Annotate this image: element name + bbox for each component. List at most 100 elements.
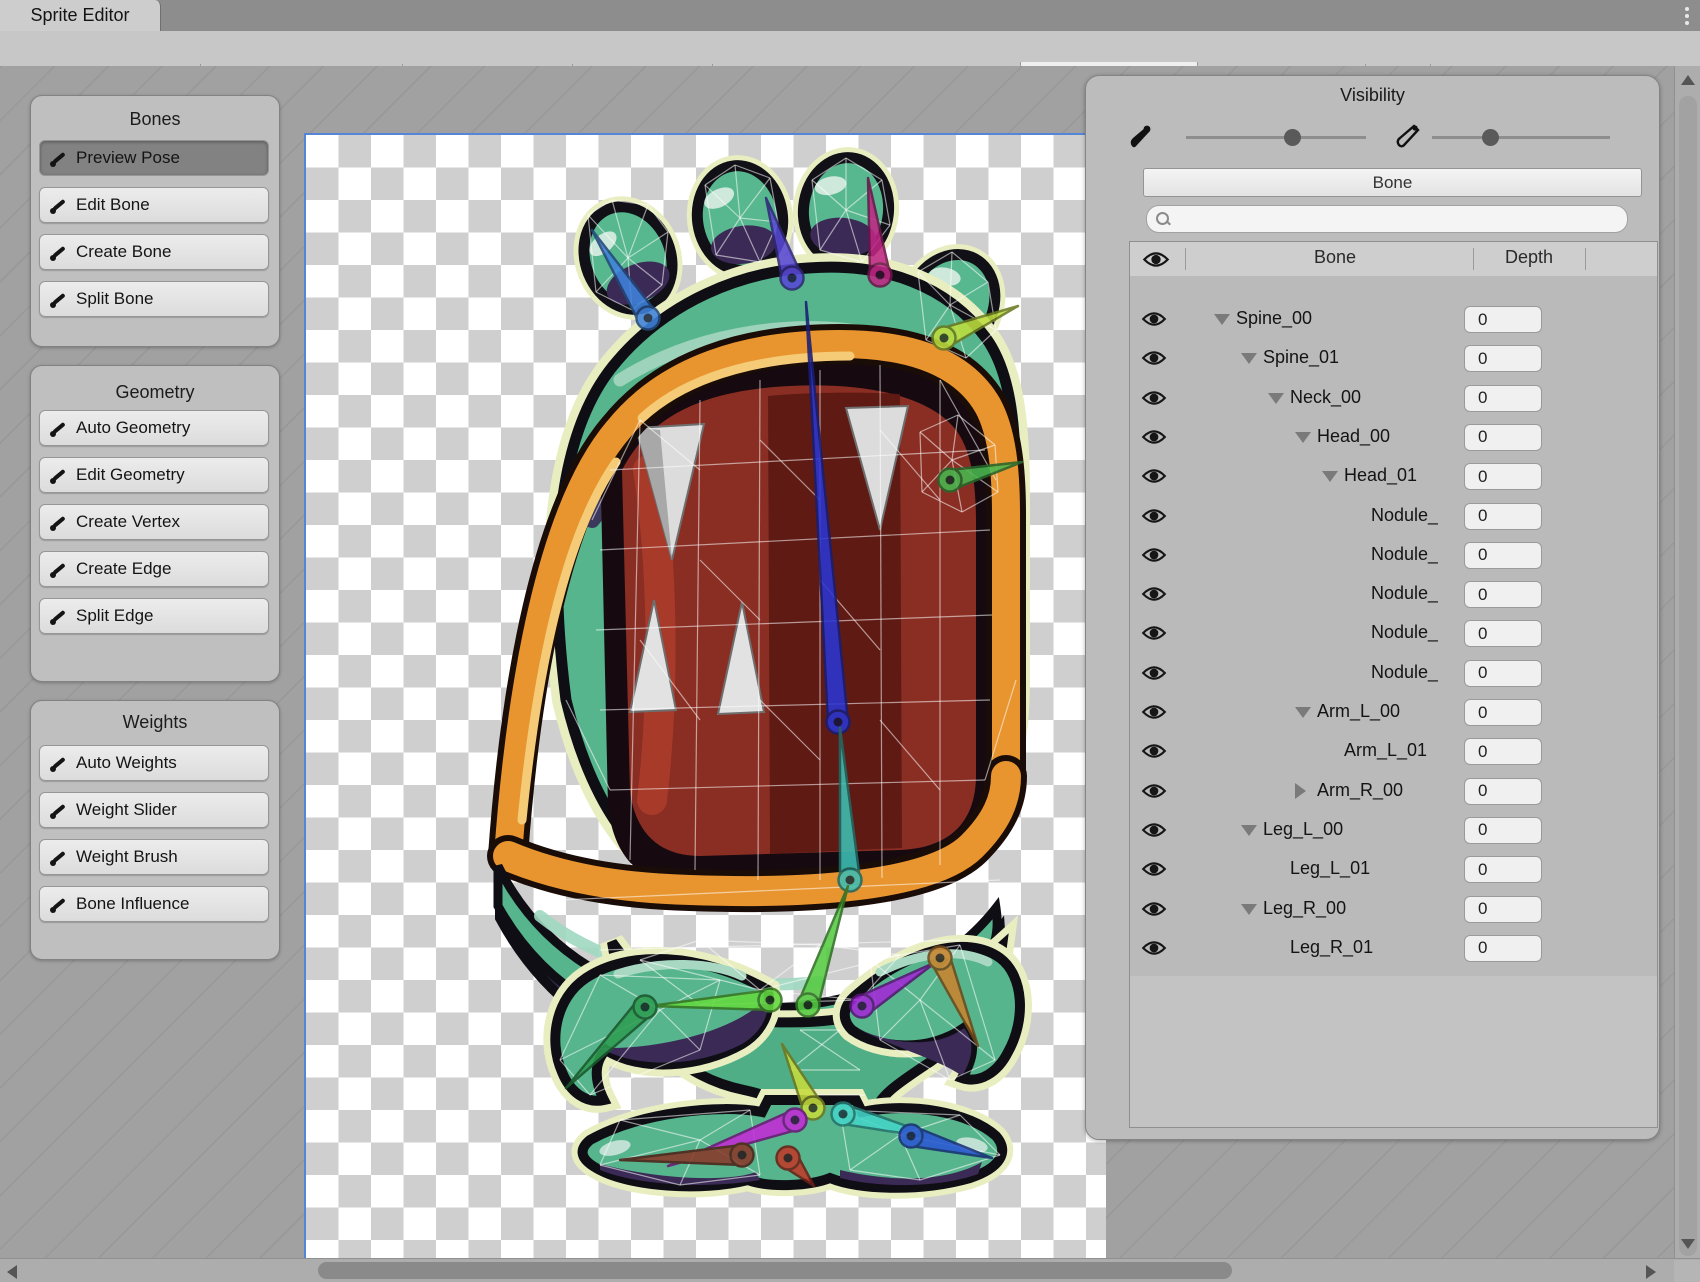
- create-edge-button[interactable]: Create Edge: [39, 551, 269, 587]
- horizontal-scrollbar-thumb[interactable]: [318, 1262, 1232, 1279]
- bone-row-nodule_[interactable]: Nodule_0: [1130, 654, 1657, 693]
- bone-row-leg_r_01[interactable]: Leg_R_010: [1130, 929, 1657, 968]
- depth-input[interactable]: 0: [1464, 503, 1542, 530]
- bone-row-leg_l_00[interactable]: Leg_L_000: [1130, 811, 1657, 850]
- bone-row-neck_00[interactable]: Neck_000: [1130, 379, 1657, 418]
- bone-influence-button[interactable]: Bone Influence: [39, 886, 269, 922]
- bone-name: Nodule_: [1371, 544, 1438, 565]
- depth-input[interactable]: 0: [1464, 896, 1542, 923]
- weight-slider-button[interactable]: Weight Slider: [39, 792, 269, 828]
- expand-arrow-icon[interactable]: [1295, 783, 1306, 799]
- split-bone-button[interactable]: Split Bone: [39, 281, 269, 317]
- depth-input[interactable]: 0: [1464, 345, 1542, 372]
- collapse-arrow-icon[interactable]: [1241, 825, 1257, 836]
- split-edge-button[interactable]: Split Edge: [39, 598, 269, 634]
- depth-input[interactable]: 0: [1464, 817, 1542, 844]
- bone-row-arm_l_01[interactable]: Arm_L_010: [1130, 732, 1657, 771]
- depth-input[interactable]: 0: [1464, 463, 1542, 490]
- depth-input[interactable]: 0: [1464, 581, 1542, 608]
- depth-input[interactable]: 0: [1464, 306, 1542, 333]
- depth-input[interactable]: 0: [1464, 620, 1542, 647]
- button-label: Split Edge: [76, 606, 154, 626]
- bone-row-head_01[interactable]: Head_010: [1130, 457, 1657, 496]
- bone-name: Nodule_: [1371, 505, 1438, 526]
- bone-opacity-slider[interactable]: [1186, 136, 1366, 139]
- edit-geometry-button[interactable]: Edit Geometry: [39, 457, 269, 493]
- eye-toggle-icon[interactable]: [1141, 349, 1167, 368]
- eye-toggle-icon[interactable]: [1141, 782, 1167, 801]
- bone-row-leg_l_01[interactable]: Leg_L_01 0: [1130, 850, 1657, 889]
- preview-pose-button[interactable]: Preview Pose: [39, 140, 269, 176]
- mesh-opacity-slider[interactable]: [1432, 136, 1610, 139]
- eye-toggle-icon[interactable]: [1141, 624, 1167, 643]
- bone-row-arm_l_00[interactable]: Arm_L_000: [1130, 693, 1657, 732]
- depth-input[interactable]: 0: [1464, 699, 1542, 726]
- eye-toggle-icon[interactable]: [1141, 900, 1167, 919]
- search-input[interactable]: [1146, 205, 1628, 233]
- collapse-arrow-icon[interactable]: [1295, 707, 1311, 718]
- eye-toggle-icon[interactable]: [1141, 507, 1167, 526]
- depth-input[interactable]: 0: [1464, 424, 1542, 451]
- eye-toggle-icon[interactable]: [1141, 939, 1167, 958]
- tab-sprite-editor[interactable]: Sprite Editor: [0, 0, 161, 31]
- kebab-menu-icon[interactable]: [1678, 4, 1696, 28]
- collapse-arrow-icon[interactable]: [1241, 353, 1257, 364]
- mesh-opacity-knob[interactable]: [1482, 129, 1499, 146]
- tab-bar: Sprite Editor: [0, 0, 1700, 31]
- button-label: Create Edge: [76, 559, 171, 579]
- collapse-arrow-icon[interactable]: [1214, 314, 1230, 325]
- depth-input[interactable]: 0: [1464, 660, 1542, 687]
- collapse-arrow-icon[interactable]: [1295, 432, 1311, 443]
- scroll-down-icon[interactable]: [1681, 1239, 1695, 1249]
- bone-row-head_00[interactable]: Head_000: [1130, 418, 1657, 457]
- create-bone-button[interactable]: Create Bone: [39, 234, 269, 270]
- bone-row-nodule_[interactable]: Nodule_ 0: [1130, 497, 1657, 536]
- bone-column-header[interactable]: Bone: [1185, 247, 1485, 268]
- eye-toggle-icon[interactable]: [1141, 389, 1167, 408]
- bone-row-spine_00[interactable]: Spine_000: [1130, 300, 1657, 339]
- vertical-scrollbar-thumb[interactable]: [1679, 96, 1697, 1256]
- auto-weights-button[interactable]: Auto Weights: [39, 745, 269, 781]
- eye-toggle-icon[interactable]: [1141, 664, 1167, 683]
- bone-tab[interactable]: Bone: [1143, 168, 1642, 197]
- eye-toggle-icon[interactable]: [1141, 467, 1167, 486]
- eye-toggle-icon[interactable]: [1141, 428, 1167, 447]
- collapse-arrow-icon[interactable]: [1268, 393, 1284, 404]
- bone-row-leg_r_00[interactable]: Leg_R_000: [1130, 890, 1657, 929]
- eye-toggle-icon[interactable]: [1141, 821, 1167, 840]
- depth-input[interactable]: 0: [1464, 856, 1542, 883]
- collapse-arrow-icon[interactable]: [1322, 471, 1338, 482]
- eye-toggle-icon[interactable]: [1141, 310, 1167, 329]
- weight-brush-icon: [50, 848, 68, 866]
- scroll-up-icon[interactable]: [1681, 75, 1695, 85]
- depth-input[interactable]: 0: [1464, 738, 1542, 765]
- bone-opacity-knob[interactable]: [1284, 129, 1301, 146]
- bone-name: Spine_01: [1263, 347, 1339, 368]
- horizontal-scrollbar[interactable]: [0, 1258, 1700, 1282]
- collapse-arrow-icon[interactable]: [1241, 904, 1257, 915]
- eye-toggle-icon[interactable]: [1141, 546, 1167, 565]
- bone-row-spine_01[interactable]: Spine_01 0: [1130, 339, 1657, 378]
- bone-row-nodule_[interactable]: Nodule_0: [1130, 614, 1657, 653]
- eye-toggle-icon[interactable]: [1141, 703, 1167, 722]
- weight-brush-button[interactable]: Weight Brush: [39, 839, 269, 875]
- bone-row-nodule_[interactable]: Nodule_0: [1130, 575, 1657, 614]
- vertical-scrollbar[interactable]: [1674, 66, 1700, 1258]
- bone-row-arm_r_00[interactable]: Arm_R_000: [1130, 772, 1657, 811]
- scroll-right-icon[interactable]: [1646, 1265, 1656, 1279]
- depth-input[interactable]: 0: [1464, 935, 1542, 962]
- eye-toggle-icon[interactable]: [1141, 860, 1167, 879]
- depth-input[interactable]: 0: [1464, 385, 1542, 412]
- edit-bone-button[interactable]: Edit Bone: [39, 187, 269, 223]
- bone-name: Leg_L_01: [1290, 858, 1370, 879]
- eye-toggle-icon[interactable]: [1141, 585, 1167, 604]
- depth-input[interactable]: 0: [1464, 542, 1542, 569]
- create-vertex-button[interactable]: Create Vertex: [39, 504, 269, 540]
- depth-column-header[interactable]: Depth: [1473, 247, 1585, 268]
- eye-icon[interactable]: [1142, 250, 1170, 269]
- bone-row-nodule_[interactable]: Nodule_ 0: [1130, 536, 1657, 575]
- depth-input[interactable]: 0: [1464, 778, 1542, 805]
- scroll-left-icon[interactable]: [7, 1265, 17, 1279]
- eye-toggle-icon[interactable]: [1141, 742, 1167, 761]
- auto-geometry-button[interactable]: Auto Geometry: [39, 410, 269, 446]
